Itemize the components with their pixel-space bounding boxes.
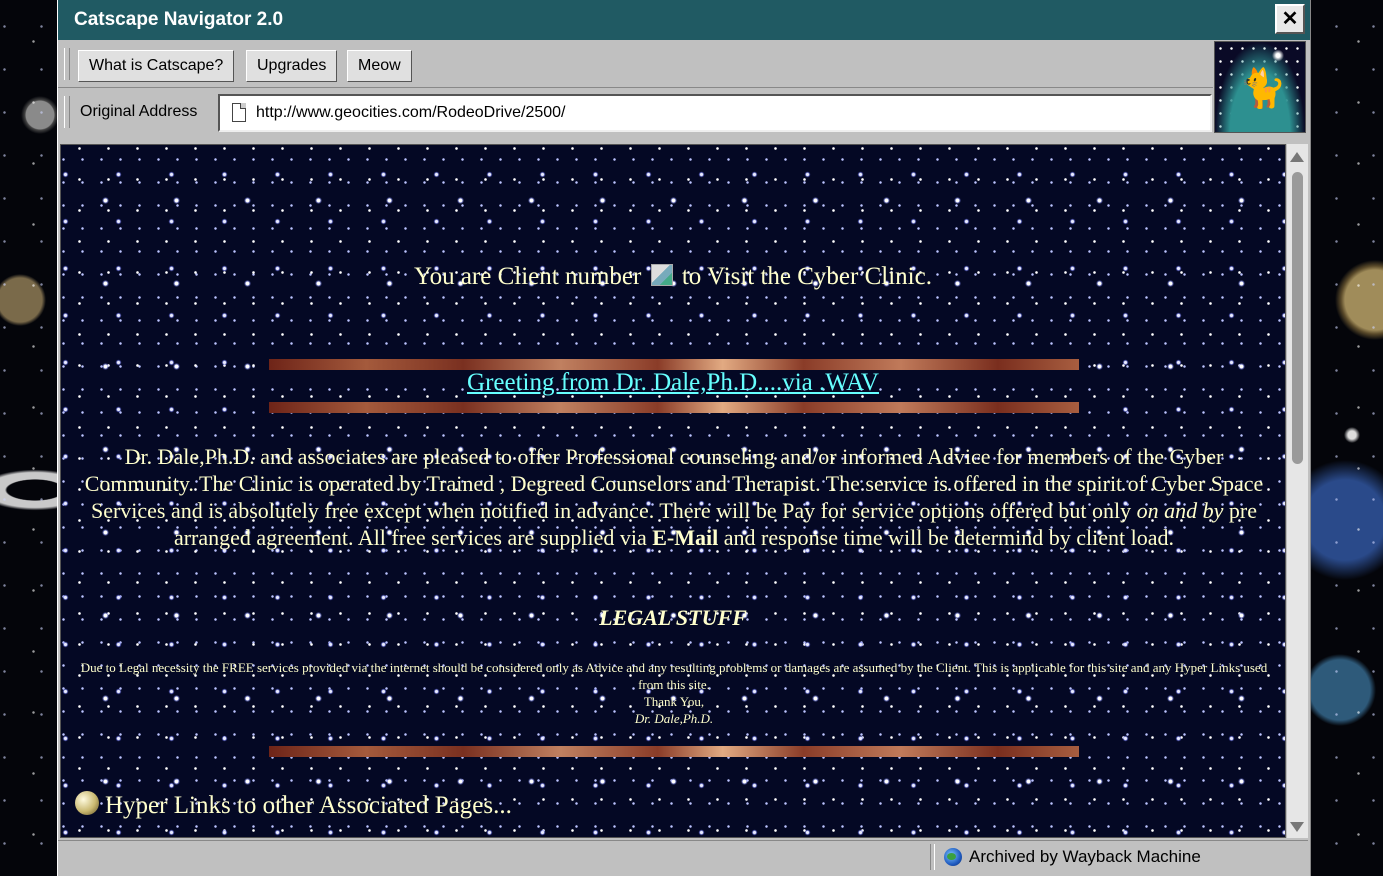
address-input[interactable]: http://www.geocities.com/RodeoDrive/2500… bbox=[218, 94, 1212, 132]
legal-heading: LEGAL STUFF bbox=[599, 605, 747, 630]
close-button[interactable]: ✕ bbox=[1275, 4, 1305, 34]
legal-signature: Dr. Dale,Ph.D. bbox=[634, 711, 714, 726]
links-heading: Hyper Links to other Associated Pages... bbox=[105, 792, 512, 819]
address-url[interactable]: http://www.geocities.com/RodeoDrive/2500… bbox=[256, 104, 565, 122]
status-bar: Archived by Wayback Machine bbox=[58, 840, 1308, 872]
address-label: Original Address bbox=[80, 103, 198, 120]
orb-bullet-icon bbox=[75, 791, 99, 815]
window-title: Catscape Navigator 2.0 bbox=[74, 9, 284, 30]
title-bar[interactable]: Catscape Navigator 2.0 ✕ bbox=[58, 0, 1310, 40]
client-suffix: to Visit the Cyber Clinic. bbox=[681, 263, 932, 290]
scroll-up-arrow-icon[interactable] bbox=[1290, 152, 1304, 162]
legal-thanks: Thank You, bbox=[643, 694, 705, 709]
status-text: Archived by Wayback Machine bbox=[969, 847, 1201, 866]
legal-section: Due to Legal necessity the FREE services… bbox=[79, 659, 1269, 727]
intro-text-1: Dr. Dale,Ph.D. and associates are please… bbox=[84, 444, 1264, 523]
page-icon bbox=[232, 103, 246, 122]
scroll-thumb[interactable] bbox=[1292, 172, 1303, 464]
close-icon: ✕ bbox=[1281, 8, 1299, 30]
intro-text-3: and response time will be determind by c… bbox=[723, 525, 1175, 550]
toolbar-grip bbox=[64, 48, 70, 80]
counter-image-icon bbox=[650, 264, 673, 286]
links-heading-line: Hyper Links to other Associated Pages... bbox=[75, 791, 512, 820]
client-counter-line: You are Client number to Visit the Cyber… bbox=[61, 263, 1285, 291]
divider-bar-bottom bbox=[269, 402, 1079, 413]
browser-window: Catscape Navigator 2.0 ✕ What is Catscap… bbox=[57, 0, 1311, 876]
address-bar: Original Address http://www.geocities.co… bbox=[58, 88, 1213, 136]
toolbar: What is Catscape? Upgrades Meow bbox=[58, 40, 1213, 88]
meow-button[interactable]: Meow bbox=[347, 50, 412, 82]
legal-text: Due to Legal necessity the FREE services… bbox=[80, 660, 1268, 692]
catscape-logo: 🐈 bbox=[1214, 41, 1306, 133]
greeting-link[interactable]: Greeting from Dr. Dale,Ph.D....via .WAV bbox=[467, 369, 879, 396]
vertical-scrollbar[interactable] bbox=[1286, 144, 1308, 838]
what-is-catscape-button[interactable]: What is Catscape? bbox=[78, 50, 235, 82]
cat-logo-icon: 🐈 bbox=[1239, 68, 1287, 110]
address-grip bbox=[64, 96, 70, 128]
intro-italic: on and by bbox=[1136, 498, 1224, 523]
scroll-down-arrow-icon[interactable] bbox=[1290, 822, 1304, 832]
page-viewport[interactable]: You are Client number to Visit the Cyber… bbox=[60, 144, 1286, 838]
status-separator bbox=[930, 844, 935, 870]
intro-paragraph: Dr. Dale,Ph.D. and associates are please… bbox=[73, 443, 1275, 551]
greeting-line: Greeting from Dr. Dale,Ph.D....via .WAV bbox=[61, 369, 1285, 397]
intro-bold-email: E-Mail bbox=[652, 525, 719, 550]
client-prefix: You are Client number bbox=[414, 263, 642, 290]
divider-bar-legal bbox=[269, 746, 1079, 757]
upgrades-button[interactable]: Upgrades bbox=[246, 50, 338, 82]
globe-icon bbox=[944, 848, 962, 866]
